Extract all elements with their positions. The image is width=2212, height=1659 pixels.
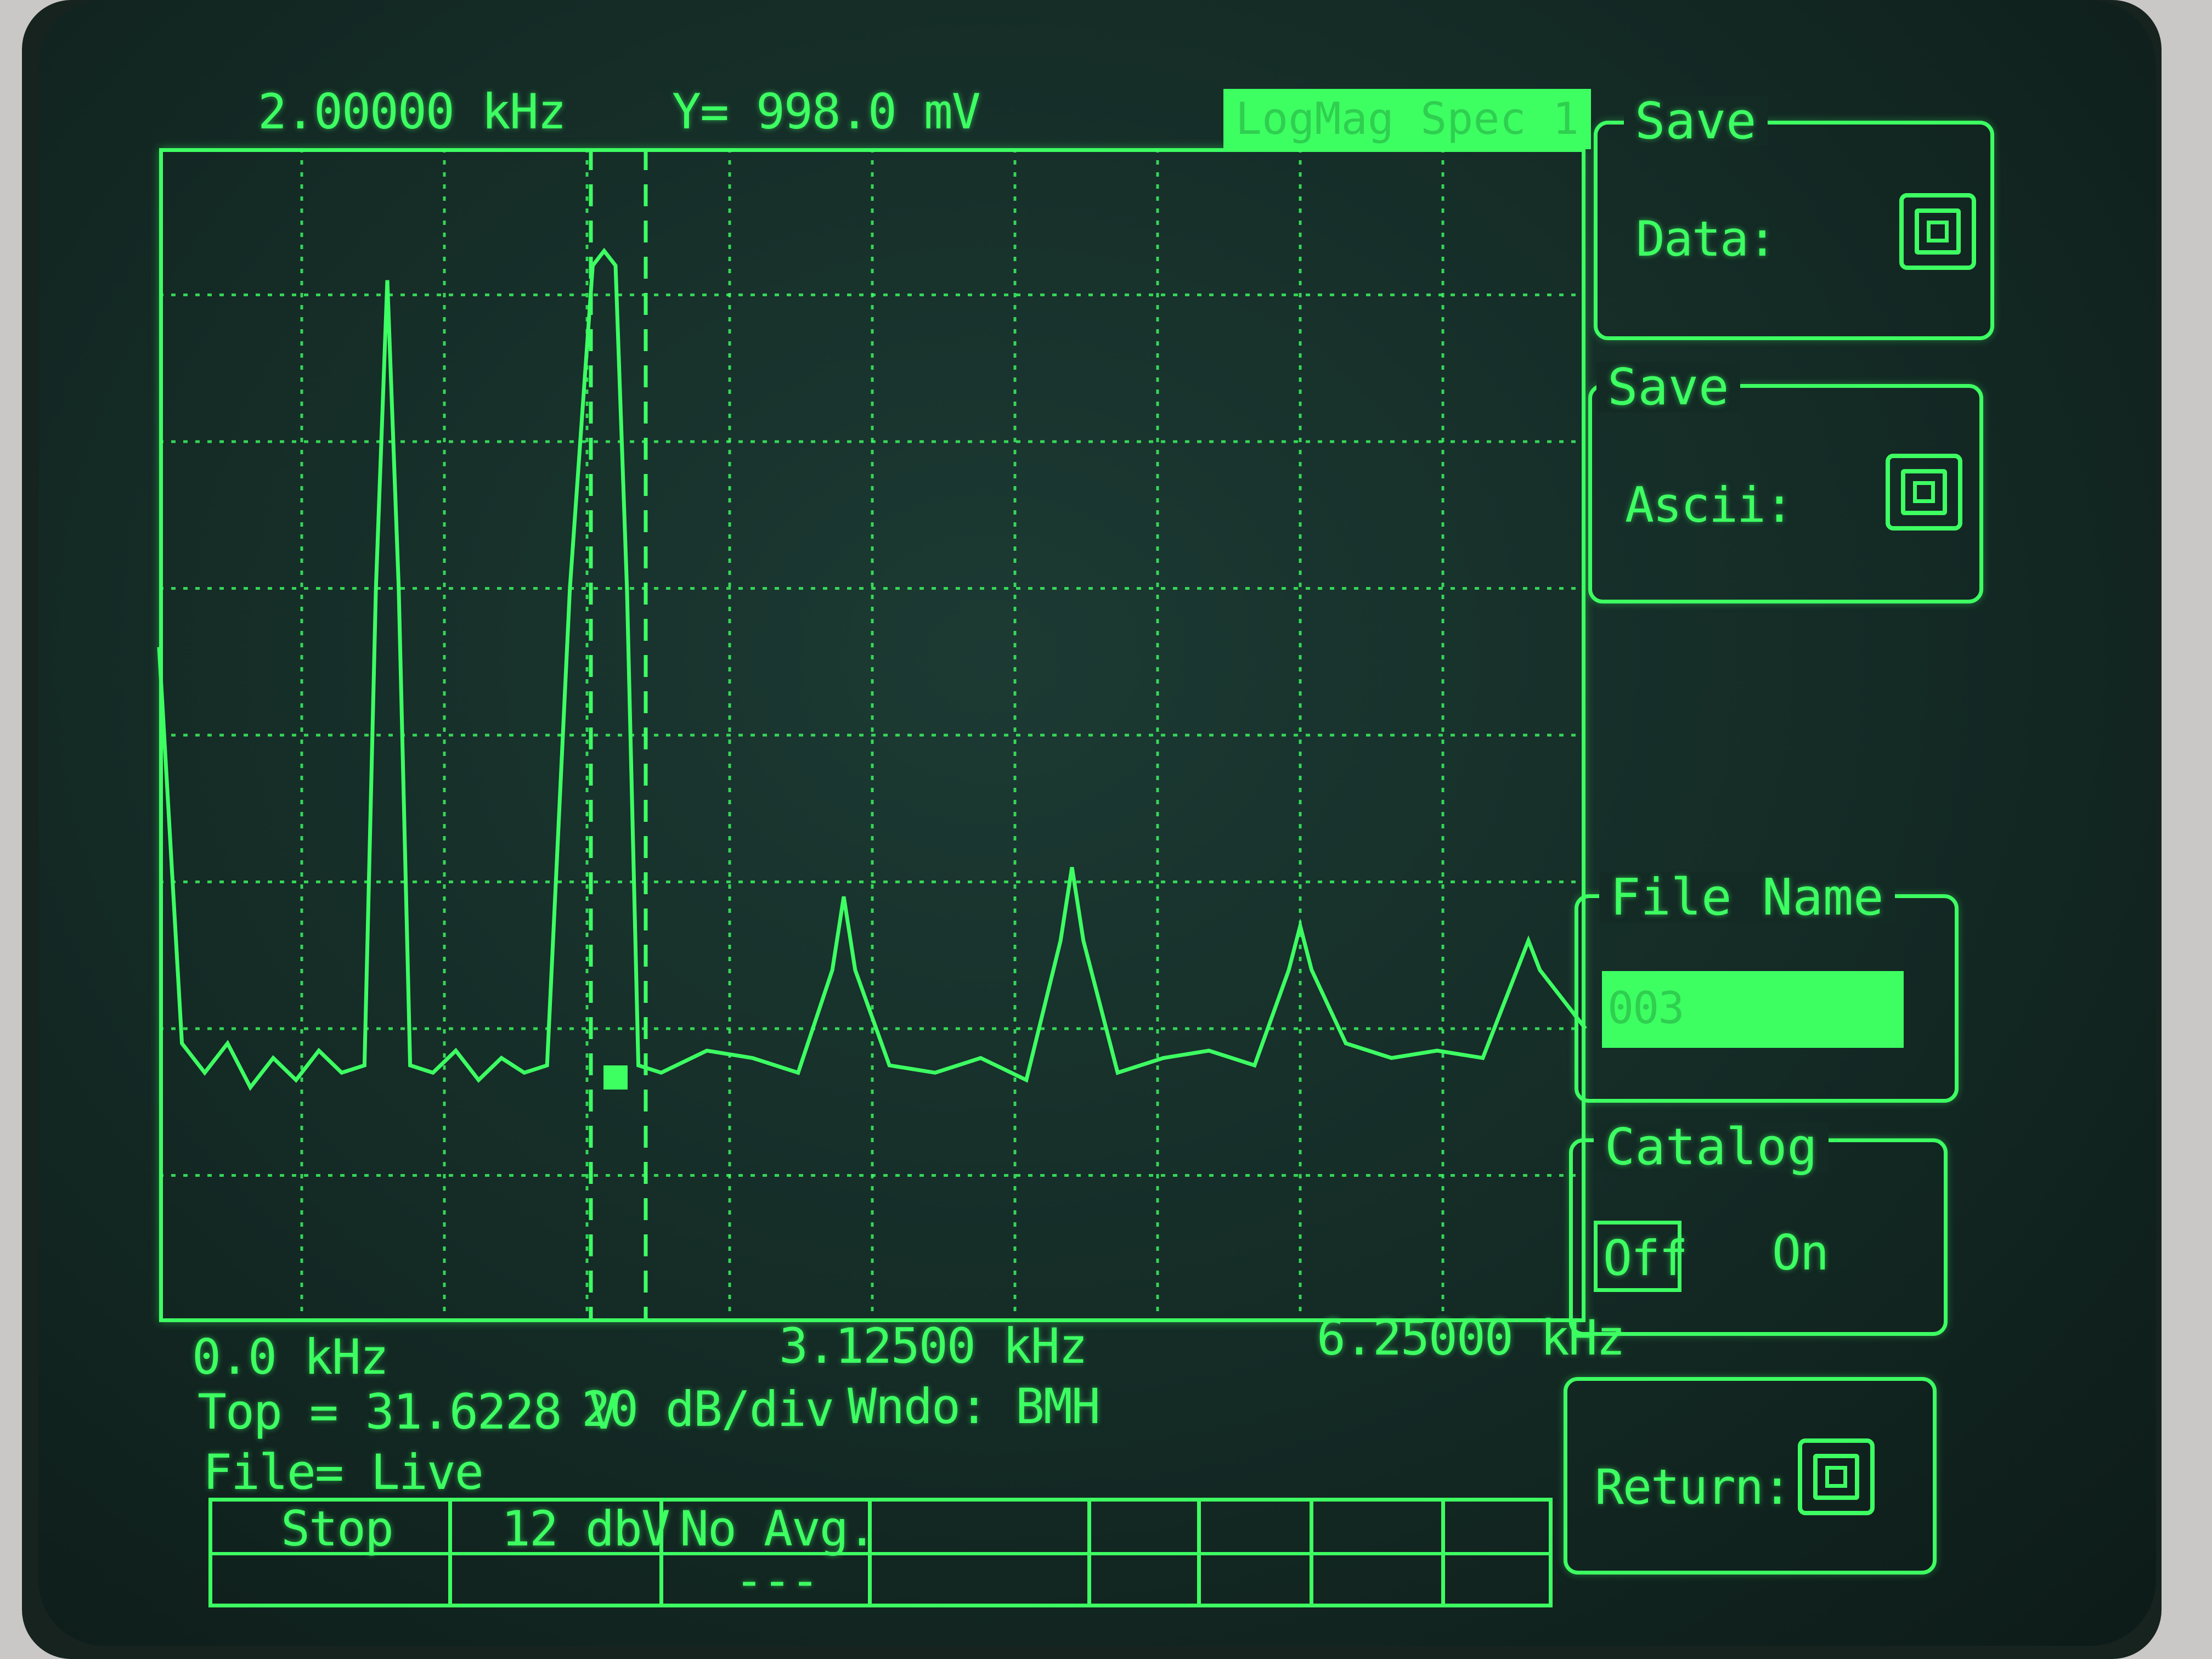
axis-start-label: 0.0 kHz: [192, 1329, 389, 1385]
softkey-blank-7[interactable]: [1310, 1502, 1441, 1604]
save-ascii-label: Ascii:: [1625, 477, 1794, 533]
window-type: Wndo: BMH: [848, 1378, 1101, 1435]
axis-center-label: 3.12500 kHz: [779, 1318, 1088, 1374]
save-ascii-panel[interactable]: Ascii:: [1588, 384, 1983, 603]
return-panel[interactable]: Return:: [1564, 1377, 1937, 1575]
catalog-off-option[interactable]: Off: [1594, 1221, 1688, 1292]
save-data-title: Save: [1624, 96, 1768, 146]
save-data-label: Data:: [1636, 211, 1777, 267]
scale-per-div: 20 dB/div: [582, 1381, 834, 1437]
softkey-stop[interactable]: Stop: [212, 1502, 448, 1604]
softkey-blank-8[interactable]: [1441, 1502, 1556, 1604]
softkey-average[interactable]: No Avg. ---: [659, 1502, 877, 1609]
save-data-key-icon[interactable]: [1899, 193, 1976, 270]
return-key-icon[interactable]: [1798, 1438, 1875, 1515]
marker-frequency: 2.00000 kHz: [258, 83, 567, 140]
softkey-label: Stop: [281, 1500, 394, 1557]
softkey-level[interactable]: 12 dbV: [448, 1502, 670, 1604]
softkey-blank-5[interactable]: [1087, 1502, 1197, 1604]
catalog-title: Catalog: [1594, 1122, 1829, 1172]
file-name-value: 003: [1607, 983, 1684, 1034]
file-name-input[interactable]: 003: [1602, 971, 1904, 1048]
spectrum-trace-svg: [157, 148, 1587, 1322]
softkey-label: 12 dbV: [501, 1500, 670, 1557]
trace-mode-badge[interactable]: LogMag Spec 1: [1223, 89, 1591, 149]
marker-amplitude: Y= 998.0 mV: [672, 83, 981, 140]
catalog-off-label: Off: [1603, 1230, 1688, 1286]
catalog-on-option[interactable]: On: [1772, 1229, 1829, 1277]
softkey-label: No Avg.: [680, 1500, 877, 1557]
save-ascii-key-icon[interactable]: [1886, 454, 1962, 531]
softkey-blank-4[interactable]: [868, 1502, 1087, 1604]
softkey-bar: Stop 12 dbV No Avg. ---: [208, 1498, 1553, 1607]
top-reference: Top = 31.6228 V: [198, 1384, 618, 1440]
save-ascii-title: Save: [1596, 362, 1740, 413]
file-name-title: File Name: [1599, 872, 1895, 923]
file-status: File= Live: [203, 1444, 484, 1500]
return-label: Return:: [1595, 1459, 1792, 1515]
softkey-blank-6[interactable]: [1197, 1502, 1310, 1604]
softkey-sublabel: ---: [735, 1552, 820, 1609]
marker-indicator: [603, 1065, 628, 1090]
save-data-panel[interactable]: Data:: [1594, 121, 1994, 340]
